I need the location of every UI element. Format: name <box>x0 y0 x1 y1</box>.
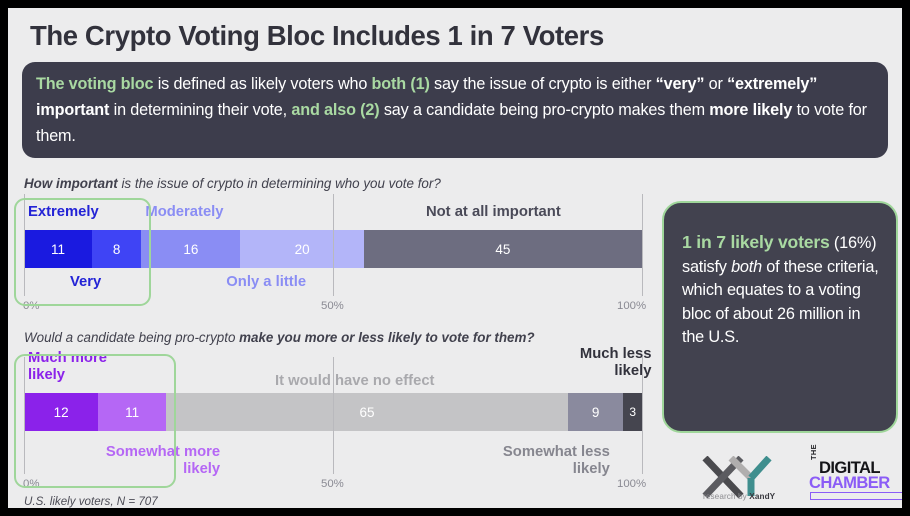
dc-the-label: THE <box>809 444 818 460</box>
bar-label-moderately: Moderately <box>145 204 224 220</box>
axis-tick <box>642 357 643 474</box>
axis-tick-label: 100% <box>617 300 647 312</box>
bar-segment-very: 8 <box>91 230 142 268</box>
stat-callout: 1 in 7 likely voters (16%) satisfy both … <box>662 201 898 433</box>
bar-segment-much-less-likely: 3 <box>623 393 642 431</box>
axis-tick-label: 0% <box>23 478 40 490</box>
bar-label-somewhat-more-likely: Somewhat more likely <box>105 444 221 477</box>
bar-segment-extremely: 11 <box>24 230 92 268</box>
bar-label-somewhat-less-likely: Somewhat less likely <box>502 444 610 477</box>
bar-segment-only-a-little: 20 <box>240 230 364 268</box>
definition-text-4: in determining their vote, <box>109 101 292 119</box>
chart-2-question-bold: make you more or less likely to vote for… <box>239 330 535 345</box>
bar-segment-not-at-all-important: 45 <box>363 230 642 268</box>
definition-text-5: say a candidate being pro-crypto makes t… <box>379 101 710 119</box>
chart-1-question-bold: How important <box>24 176 118 191</box>
bar-label-only-a-little: Only a little <box>226 274 307 290</box>
axis-tick <box>24 194 25 296</box>
axis-tick <box>24 357 25 474</box>
definition-text-2: say the issue of crypto is either <box>429 75 656 93</box>
axis-tick <box>333 194 334 296</box>
definition-very: “very” <box>655 75 705 93</box>
bar-label-extremely: Extremely <box>28 204 99 220</box>
axis-tick-label: 50% <box>321 478 344 490</box>
definition-criterion-2: and also (2) <box>291 101 380 119</box>
axis-tick-label: 100% <box>617 478 647 490</box>
infographic-frame: The Crypto Voting Bloc Includes 1 in 7 V… <box>8 8 902 508</box>
axis-tick-label: 50% <box>321 300 344 312</box>
bar-segment-it-would-have-no-effect: 65 <box>166 393 568 431</box>
page-title: The Crypto Voting Bloc Includes 1 in 7 V… <box>30 20 604 51</box>
bar-segment-much-more-likely: 12 <box>24 393 99 431</box>
xandy-tagline-prefix: research by <box>703 492 750 501</box>
infographic-canvas: The Crypto Voting Bloc Includes 1 in 7 V… <box>0 0 910 516</box>
stat-callout-headline: 1 in 7 likely voters <box>682 232 830 252</box>
definition-text-1: is defined as likely voters who <box>153 75 372 93</box>
chart-2-question-plain: Would a candidate being pro-crypto <box>24 330 240 345</box>
footnote: U.S. likely voters, N = 707 <box>24 495 158 508</box>
definition-term: The voting bloc <box>36 75 154 93</box>
bar-label-very: Very <box>69 274 102 290</box>
axis-tick <box>333 357 334 474</box>
bar-label-much-less-likely: Much less likely <box>579 346 652 379</box>
dc-chamber-label: CHAMBER <box>809 473 890 492</box>
axis-tick-label: 0% <box>23 300 40 312</box>
definition-criterion-1: both (1) <box>371 75 430 93</box>
axis-tick <box>642 194 643 296</box>
bar-segment-somewhat-more-likely: 11 <box>98 393 167 431</box>
definition-text-3: or <box>704 75 728 93</box>
bar-label-much-more-likely: Much more likely <box>28 350 107 383</box>
xandy-tagline-brand: XandY <box>749 492 776 501</box>
stat-callout-emph: both <box>731 257 762 276</box>
bar-label-not-at-all-important: Not at all important <box>425 204 561 220</box>
chart-1-question-rest: is the issue of crypto in determining wh… <box>117 176 441 191</box>
logo-group: research by XandY THE DIGITAL CHAMBER <box>701 444 902 508</box>
definition-more-likely: more likely <box>709 101 793 119</box>
definition-callout: The voting bloc is defined as likely vot… <box>22 62 888 158</box>
chart-2-question: Would a candidate being pro-crypto make … <box>24 330 535 345</box>
bar-segment-somewhat-less-likely: 9 <box>567 393 624 431</box>
dc-underline-bar <box>810 492 902 500</box>
bar-label-it-would-have-no-effect: It would have no effect <box>274 373 435 389</box>
xandy-tagline: research by XandY <box>703 492 775 501</box>
xandy-logo: research by XandY <box>701 455 797 506</box>
digital-chamber-logo: THE DIGITAL CHAMBER <box>809 444 902 504</box>
bar-segment-moderately: 16 <box>141 230 241 268</box>
chart-1-question: How important is the issue of crypto in … <box>24 176 441 191</box>
